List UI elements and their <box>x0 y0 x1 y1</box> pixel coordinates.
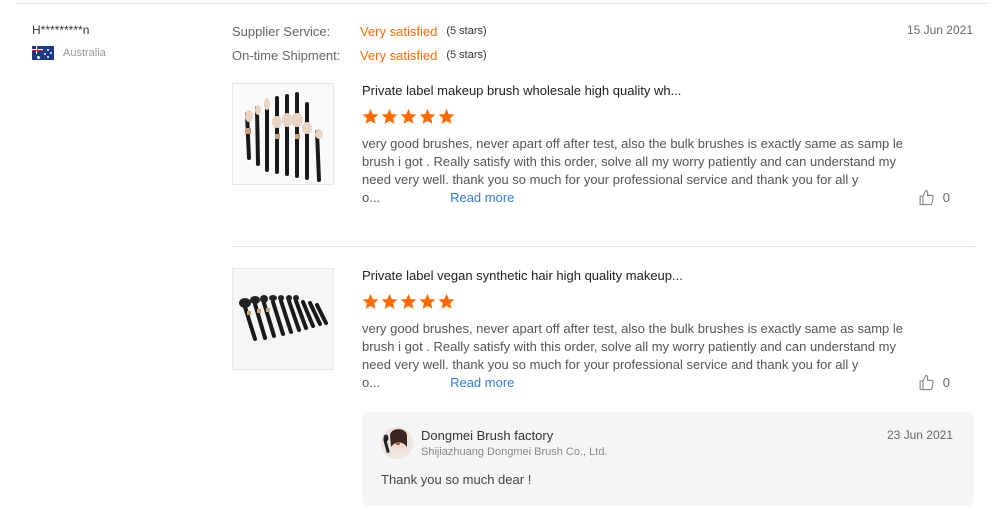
product-review-1: Private label makeup brush wholesale hig… <box>232 83 974 213</box>
read-more-link[interactable]: Read more <box>450 190 514 205</box>
star-icon <box>400 108 417 124</box>
star-icon <box>438 293 455 309</box>
australia-flag-icon <box>32 46 54 60</box>
like-count: 0 <box>942 190 950 205</box>
reviewer-info: H*********n Australia <box>32 23 106 60</box>
product-title[interactable]: Private label vegan synthetic hair high … <box>362 268 683 283</box>
product-review-2: Private label vegan synthetic hair high … <box>232 268 974 398</box>
star-icon <box>362 293 379 309</box>
rating-row-supplier-service: Supplier Service: Very satisfied (5 star… <box>232 23 487 39</box>
star-icon <box>362 108 379 124</box>
like-button[interactable]: 0 <box>918 374 950 391</box>
star-icon <box>438 108 455 124</box>
review-divider <box>232 246 974 247</box>
star-icon <box>381 108 398 124</box>
product-thumbnail[interactable] <box>232 268 334 370</box>
star-icon <box>419 293 436 309</box>
rating-label: Supplier Service: <box>232 23 331 39</box>
reviewer-name: H*********n <box>32 23 90 37</box>
supplier-reply: Dongmei Brush factory Shijiazhuang Dongm… <box>362 412 974 506</box>
supplier-name: Dongmei Brush factory <box>421 428 554 443</box>
rating-row-on-time-shipment: On-time Shipment: Very satisfied (5 star… <box>232 47 487 63</box>
like-button[interactable]: 0 <box>918 189 950 206</box>
review-date: 15 Jun 2021 <box>906 23 973 37</box>
review-text: very good brushes, never apart off after… <box>362 320 922 392</box>
rating-value: Very satisfied <box>360 47 438 63</box>
rating-stars-text: (5 stars) <box>446 25 487 37</box>
avatar-image <box>381 427 413 459</box>
rating-stars-text: (5 stars) <box>446 49 487 61</box>
thumbs-up-icon <box>919 189 934 206</box>
star-icon <box>381 293 398 309</box>
star-icon <box>400 293 417 309</box>
product-rating-stars <box>362 293 455 310</box>
thumbs-up-icon <box>919 374 934 391</box>
like-count: 0 <box>942 375 950 390</box>
reviewer-country: Australia <box>32 46 106 60</box>
product-title[interactable]: Private label makeup brush wholesale hig… <box>362 83 681 98</box>
read-more-link[interactable]: Read more <box>450 375 514 390</box>
rating-value: Very satisfied <box>360 23 438 39</box>
product-rating-stars <box>362 108 455 125</box>
brush-set-image <box>233 84 333 184</box>
star-icon <box>419 108 436 124</box>
supplier-ratings: Supplier Service: Very satisfied (5 star… <box>232 23 487 71</box>
supplier-avatar <box>381 427 413 459</box>
review-body: very good brushes, never apart off after… <box>362 321 903 390</box>
product-thumbnail[interactable] <box>232 83 334 185</box>
reply-text: Thank you so much dear ! <box>381 472 532 487</box>
rating-label: On-time Shipment: <box>232 47 341 63</box>
top-divider <box>17 3 989 4</box>
brush-set-image <box>233 269 333 369</box>
reply-date: 23 Jun 2021 <box>886 428 953 442</box>
country-label: Australia <box>63 47 106 59</box>
review-text: very good brushes, never apart off after… <box>362 135 922 207</box>
review-body: very good brushes, never apart off after… <box>362 136 903 205</box>
supplier-company: Shijiazhuang Dongmei Brush Co., Ltd. <box>421 446 608 458</box>
